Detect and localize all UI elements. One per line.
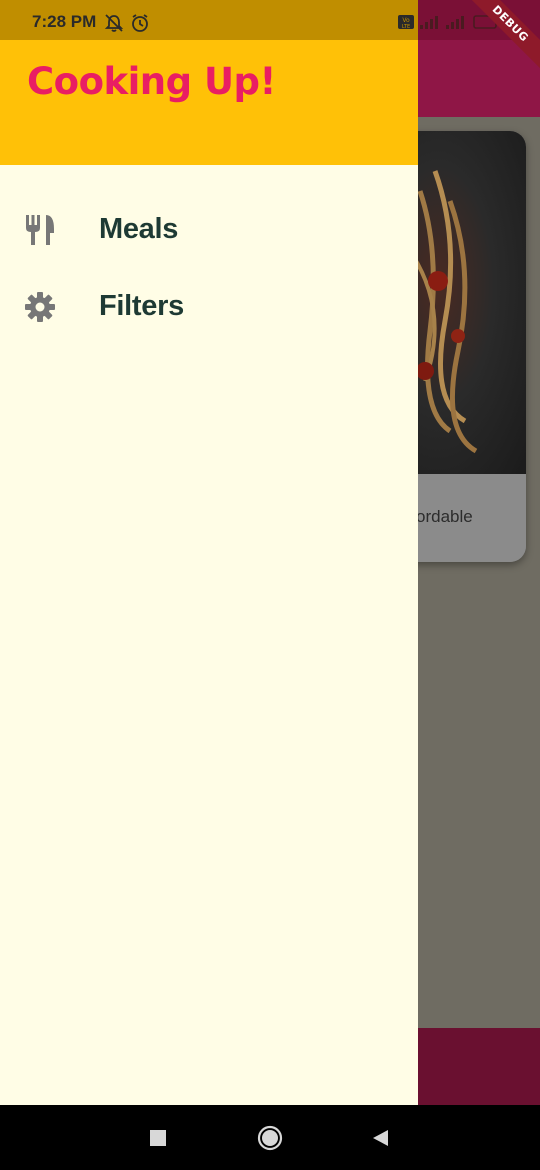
gear-icon — [24, 290, 56, 324]
drawer-item-label: Filters — [99, 290, 184, 322]
meal-affordability-text: ordable — [416, 507, 473, 526]
alarm-icon — [130, 13, 150, 37]
status-time: 7:28 PM — [32, 12, 97, 31]
signal-icon — [420, 16, 438, 29]
status-bar: 7:28 PM Vo LTE — [0, 0, 540, 40]
drawer-item-filters[interactable]: Filters — [0, 273, 418, 343]
drawer-title: Cooking Up! — [27, 60, 276, 103]
navigation-drawer: Cooking Up! Meals Filters — [0, 0, 418, 1105]
signal-icon — [446, 16, 464, 29]
restaurant-icon — [24, 213, 56, 247]
svg-text:LTE: LTE — [402, 24, 410, 30]
system-navigation-bar — [0, 1105, 540, 1170]
svg-text:Vo: Vo — [402, 17, 410, 24]
volte-icon: Vo LTE — [398, 15, 414, 30]
notifications-off-icon — [104, 13, 124, 37]
drawer-item-meals[interactable]: Meals — [0, 196, 418, 266]
recent-apps-button[interactable] — [149, 1129, 167, 1151]
home-button[interactable] — [257, 1125, 283, 1155]
back-button[interactable] — [371, 1129, 389, 1151]
drawer-item-label: Meals — [99, 213, 179, 245]
